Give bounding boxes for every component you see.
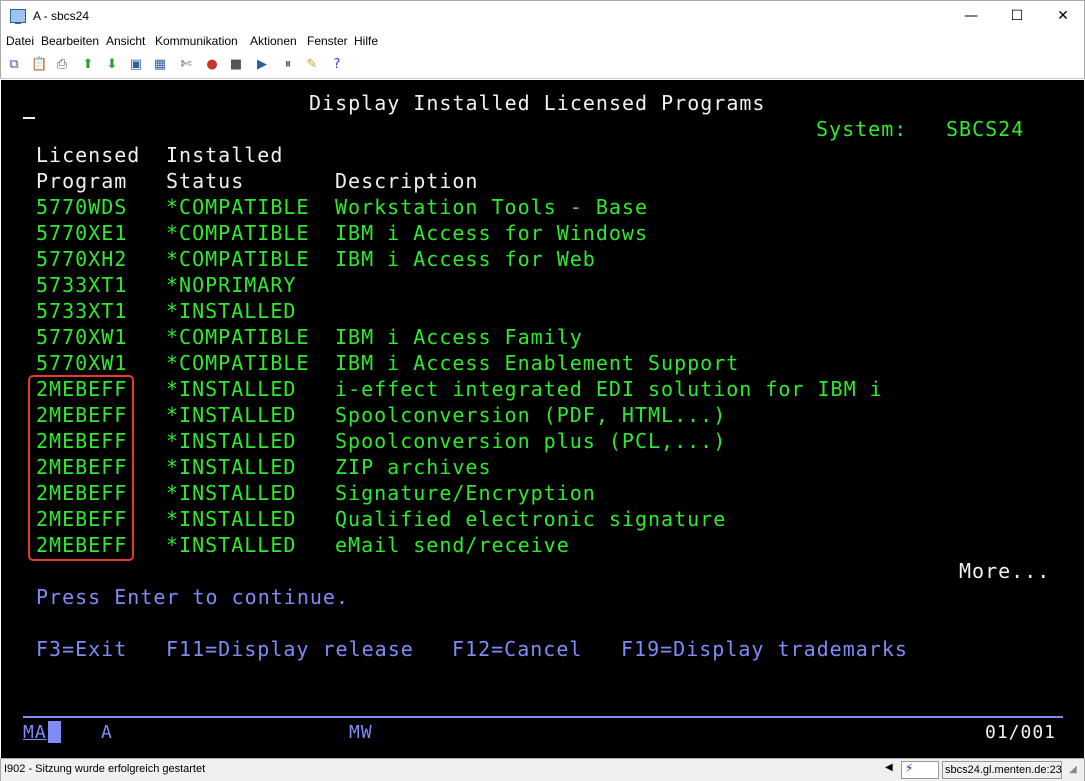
row-status: *INSTALLED xyxy=(166,403,297,427)
row-status: *INSTALLED xyxy=(166,533,297,557)
menu-bearbeiten[interactable]: Bearbeiten xyxy=(41,34,99,48)
row-status: *INSTALLED xyxy=(166,507,297,531)
row-description: IBM i Access for Windows xyxy=(335,221,648,245)
row-program: 5770XE1 xyxy=(36,221,128,245)
screen-title: Display Installed Licensed Programs xyxy=(309,91,766,115)
help-icon[interactable]: ? xyxy=(329,57,345,73)
maximize-button[interactable]: ☐ xyxy=(994,1,1040,31)
header-licensed: Licensed xyxy=(36,143,141,167)
menu-kommunikation[interactable]: Kommunikation xyxy=(155,34,238,48)
row-status: *COMPATIBLE xyxy=(166,247,310,271)
row-description: i-effect integrated EDI solution for IBM… xyxy=(335,377,883,401)
terminal-app-icon xyxy=(10,9,26,24)
oia-mode: A xyxy=(101,722,113,743)
resize-grip-icon[interactable]: ◢ xyxy=(1069,764,1077,775)
fkey-cancel[interactable]: F12=Cancel xyxy=(452,636,582,662)
scroll-left-icon[interactable]: ◀ xyxy=(885,762,893,773)
row-description: Spoolconversion plus (PCL,...) xyxy=(335,429,727,453)
menu-aktionen[interactable]: Aktionen xyxy=(250,34,297,48)
system-value: SBCS24 xyxy=(946,117,1025,141)
fkey-display-trademarks[interactable]: F19=Display trademarks xyxy=(621,636,908,662)
record-icon[interactable]: ● xyxy=(204,57,220,73)
row-program: 5733XT1 xyxy=(36,299,128,323)
system-label: System: xyxy=(816,117,908,141)
row-description: IBM i Access Family xyxy=(335,325,583,349)
highlight-annotation xyxy=(28,375,134,561)
more-indicator: More... xyxy=(959,559,1051,583)
connection-icon: ⚡ xyxy=(905,761,914,775)
row-description: Qualified electronic signature xyxy=(335,507,727,531)
status-bar: I902 - Sitzung wurde erfolgreich gestart… xyxy=(0,758,1085,781)
close-button[interactable]: ✕ xyxy=(1040,1,1085,31)
play-icon[interactable]: ▶ xyxy=(254,57,270,73)
row-description: Workstation Tools - Base xyxy=(335,195,648,219)
copy-icon[interactable]: ⧉ xyxy=(6,57,22,73)
pause-icon[interactable]: ⏸ xyxy=(280,57,296,73)
fkey-exit[interactable]: F3=Exit xyxy=(36,636,127,662)
status-host: sbcs24.gl.menten.de:23 xyxy=(942,761,1062,779)
oia-divider xyxy=(23,716,1063,718)
oia-mw: MW xyxy=(349,722,373,743)
row-status: *INSTALLED xyxy=(166,299,297,323)
receive-icon[interactable]: ⬇ xyxy=(104,57,120,73)
row-status: *COMPATIBLE xyxy=(166,195,310,219)
row-status: *INSTALLED xyxy=(166,377,297,401)
keyboard-icon[interactable]: ▦ xyxy=(152,57,168,73)
row-status: *COMPATIBLE xyxy=(166,221,310,245)
menu-hilfe[interactable]: Hilfe xyxy=(354,34,378,48)
header-status: Status xyxy=(166,169,245,193)
screen-cursor xyxy=(23,117,35,119)
row-status: *INSTALLED xyxy=(166,455,297,479)
stop-icon[interactable]: ■ xyxy=(228,57,244,73)
row-status: *INSTALLED xyxy=(166,481,297,505)
row-description: Signature/Encryption xyxy=(335,481,596,505)
macro-icon[interactable]: ▣ xyxy=(128,57,144,73)
menu-fenster[interactable]: Fenster xyxy=(307,34,348,48)
toolbar: ⧉ 📋 ⎙ ⬆ ⬇ ▣ ▦ ✄ ● ■ ▶ ⏸ ✎ ? xyxy=(0,51,1085,79)
oia-cursor-block xyxy=(48,721,61,743)
oia-cursor-position: 01/001 xyxy=(985,722,1057,743)
row-description: eMail send/receive xyxy=(335,533,570,557)
row-description: Spoolconversion (PDF, HTML...) xyxy=(335,403,727,427)
header-program: Program xyxy=(36,169,128,193)
row-program: 5770XH2 xyxy=(36,247,128,271)
header-installed: Installed xyxy=(166,143,284,167)
minimize-button[interactable]: — xyxy=(948,1,994,31)
notes-icon[interactable]: ✎ xyxy=(304,57,320,73)
row-program: 5770XW1 xyxy=(36,325,128,349)
title-bar: A - sbcs24 — ☐ ✕ xyxy=(0,0,1085,31)
print-icon[interactable]: ⎙ xyxy=(54,57,70,73)
row-description: IBM i Access for Web xyxy=(335,247,596,271)
header-description: Description xyxy=(335,169,479,193)
row-program: 5770XW1 xyxy=(36,351,128,375)
terminal-screen[interactable]: Display Installed Licensed Programs Syst… xyxy=(1,80,1084,758)
row-program: 5733XT1 xyxy=(36,273,128,297)
menu-bar: Datei Bearbeiten Ansicht Kommunikation A… xyxy=(0,31,1085,51)
row-description: ZIP archives xyxy=(335,455,492,479)
menu-ansicht[interactable]: Ansicht xyxy=(106,34,145,48)
paste-icon[interactable]: 📋 xyxy=(31,57,47,73)
fkey-display-release[interactable]: F11=Display release xyxy=(166,636,414,662)
row-status: *INSTALLED xyxy=(166,429,297,453)
row-status: *COMPATIBLE xyxy=(166,325,310,349)
prompt-text: Press Enter to continue. xyxy=(36,585,349,609)
settings-icon[interactable]: ✄ xyxy=(178,57,194,73)
send-icon[interactable]: ⬆ xyxy=(80,57,96,73)
row-status: *NOPRIMARY xyxy=(166,273,297,297)
oia-session: MA xyxy=(23,722,47,743)
menu-datei[interactable]: Datei xyxy=(6,34,34,48)
row-status: *COMPATIBLE xyxy=(166,351,310,375)
row-program: 5770WDS xyxy=(36,195,128,219)
row-description: IBM i Access Enablement Support xyxy=(335,351,740,375)
status-message: I902 - Sitzung wurde erfolgreich gestart… xyxy=(4,763,206,775)
window-title: A - sbcs24 xyxy=(33,9,90,23)
